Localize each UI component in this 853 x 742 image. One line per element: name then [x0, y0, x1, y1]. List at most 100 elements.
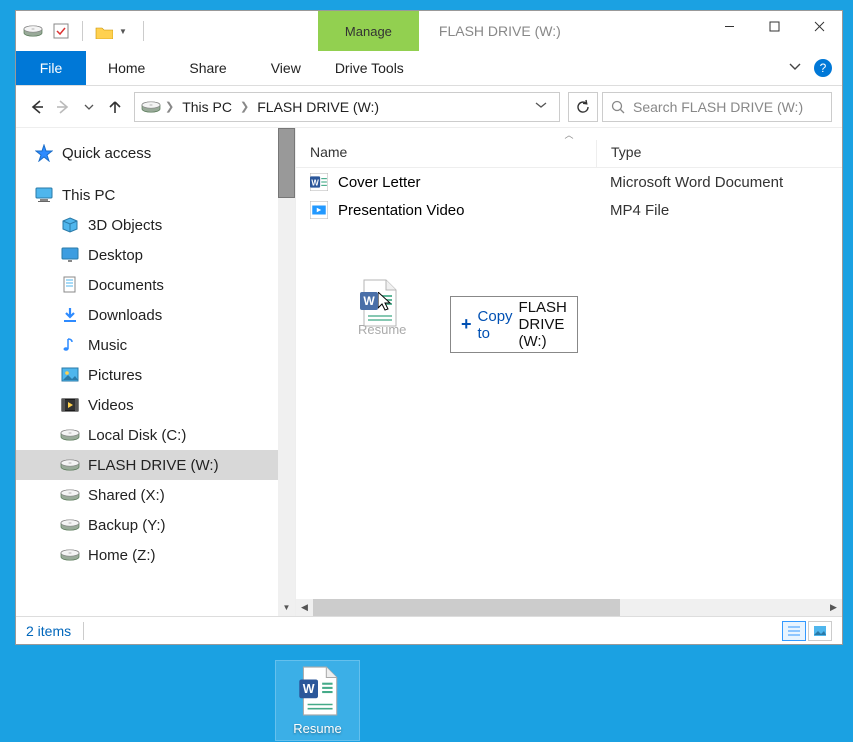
nav-scrollbar[interactable]	[278, 128, 295, 616]
refresh-button[interactable]	[568, 92, 598, 122]
documents-icon	[60, 275, 80, 295]
home-tab[interactable]: Home	[86, 51, 167, 85]
scroll-down-icon[interactable]: ▼	[278, 599, 295, 616]
tree-desktop[interactable]: Desktop	[16, 240, 295, 270]
tree-downloads[interactable]: Downloads	[16, 300, 295, 330]
back-button[interactable]	[26, 96, 48, 118]
tree-music[interactable]: Music	[16, 330, 295, 360]
pc-icon	[34, 185, 54, 205]
help-icon[interactable]: ?	[814, 59, 832, 77]
drive-icon	[22, 20, 44, 42]
up-button[interactable]	[104, 96, 126, 118]
chevron-right-icon[interactable]: ❯	[165, 100, 174, 113]
thumbnails-view-button[interactable]	[808, 621, 832, 641]
cube-icon	[60, 215, 80, 235]
scroll-left-icon[interactable]: ◀	[296, 599, 313, 616]
tree-label: Videos	[88, 397, 134, 414]
view-tab[interactable]: View	[249, 51, 323, 85]
collapse-caret-icon[interactable]: ︿	[296, 128, 842, 140]
ribbon-collapse-icon[interactable]	[788, 59, 802, 77]
details-view-button[interactable]	[782, 621, 806, 641]
tree-label: Home (Z:)	[88, 547, 156, 564]
share-tab[interactable]: Share	[167, 51, 248, 85]
video-file-icon	[310, 201, 328, 219]
column-headers: Name Type	[296, 140, 842, 168]
quick-access-toolbar: ▼	[16, 11, 148, 51]
breadcrumb-current[interactable]: FLASH DRIVE (W:)	[253, 99, 383, 115]
word-file-icon	[297, 665, 339, 717]
tree-3d-objects[interactable]: 3D Objects	[16, 210, 295, 240]
tree-label: Quick access	[62, 145, 151, 162]
tree-label: Desktop	[88, 247, 143, 264]
separator	[143, 21, 144, 41]
file-list[interactable]: Cover Letter Microsoft Word Document Pre…	[296, 168, 842, 599]
drag-destination: FLASH DRIVE (W:)	[519, 299, 567, 350]
hscroll-thumb[interactable]	[313, 599, 620, 616]
item-count: 2 items	[26, 623, 71, 639]
tree-pictures[interactable]: Pictures	[16, 360, 295, 390]
drag-ghost: Resume + Copy to FLASH DRIVE (W:)	[358, 278, 406, 337]
forward-button[interactable]	[52, 96, 74, 118]
tree-local-disk[interactable]: Local Disk (C:)	[16, 420, 295, 450]
nav-scroll-thumb[interactable]	[278, 128, 295, 198]
tree-quick-access[interactable]: Quick access	[16, 138, 295, 168]
content-pane: ︿ Name Type Cover Letter Microsoft Word …	[296, 128, 842, 616]
new-folder-icon[interactable]	[93, 20, 115, 42]
star-icon	[34, 143, 54, 163]
navigation-bar: ❯ This PC ❯ FLASH DRIVE (W:) Search FLAS…	[16, 86, 842, 128]
chevron-right-icon[interactable]: ❯	[240, 100, 249, 113]
tree-flash-drive[interactable]: FLASH DRIVE (W:)	[16, 450, 295, 480]
minimize-button[interactable]	[707, 11, 752, 41]
separator	[82, 21, 83, 41]
ribbon-tabs: File Home Share View Drive Tools ?	[16, 51, 842, 86]
column-name[interactable]: Name	[296, 140, 596, 167]
recent-dropdown-icon[interactable]	[78, 96, 100, 118]
tree-backup[interactable]: Backup (Y:)	[16, 510, 295, 540]
file-row[interactable]: Presentation Video MP4 File	[296, 196, 842, 224]
status-bar: 2 items	[16, 616, 842, 644]
tree-label: FLASH DRIVE (W:)	[88, 457, 219, 474]
scroll-right-icon[interactable]: ▶	[825, 599, 842, 616]
plus-icon: +	[461, 314, 472, 335]
horizontal-scrollbar[interactable]: ◀ ▶	[296, 599, 842, 616]
file-row[interactable]: Cover Letter Microsoft Word Document	[296, 168, 842, 196]
search-box[interactable]: Search FLASH DRIVE (W:)	[602, 92, 832, 122]
search-placeholder: Search FLASH DRIVE (W:)	[633, 99, 803, 115]
breadcrumb-this-pc[interactable]: This PC	[178, 99, 236, 115]
desktop-file-label: Resume	[280, 721, 355, 736]
desktop-file-resume[interactable]: Resume	[275, 660, 360, 741]
manage-context-tab[interactable]: Manage	[318, 11, 419, 51]
file-type: MP4 File	[596, 202, 669, 219]
disk-icon	[60, 515, 80, 535]
drive-icon	[141, 99, 161, 115]
tree-home[interactable]: Home (Z:)	[16, 540, 295, 570]
downloads-icon	[60, 305, 80, 325]
tree-videos[interactable]: Videos	[16, 390, 295, 420]
file-tab[interactable]: File	[16, 51, 86, 85]
tree-this-pc[interactable]: This PC	[16, 180, 295, 210]
tree-documents[interactable]: Documents	[16, 270, 295, 300]
disk-icon	[60, 425, 80, 445]
drag-tooltip: + Copy to FLASH DRIVE (W:)	[450, 296, 578, 353]
address-dropdown-icon[interactable]	[529, 101, 553, 112]
column-type[interactable]: Type	[596, 140, 842, 167]
disk-icon	[60, 455, 80, 475]
desktop-icon	[60, 245, 80, 265]
file-name: Presentation Video	[338, 202, 464, 219]
tree-label: Downloads	[88, 307, 162, 324]
tree-label: Documents	[88, 277, 164, 294]
search-icon	[611, 100, 625, 114]
navigation-pane: Quick access This PC 3D Objects Desktop …	[16, 128, 296, 616]
close-button[interactable]	[797, 11, 842, 41]
tree-shared[interactable]: Shared (X:)	[16, 480, 295, 510]
tree-label: Local Disk (C:)	[88, 427, 186, 444]
address-bar[interactable]: ❯ This PC ❯ FLASH DRIVE (W:)	[134, 92, 560, 122]
drag-action-text: Copy to	[478, 308, 513, 342]
file-name: Cover Letter	[338, 174, 421, 191]
videos-icon	[60, 395, 80, 415]
tree-label: Shared (X:)	[88, 487, 165, 504]
qat-dropdown-icon[interactable]: ▼	[119, 27, 127, 36]
properties-icon[interactable]	[50, 20, 72, 42]
drive-tools-tab[interactable]: Drive Tools	[323, 51, 416, 85]
maximize-button[interactable]	[752, 11, 797, 41]
